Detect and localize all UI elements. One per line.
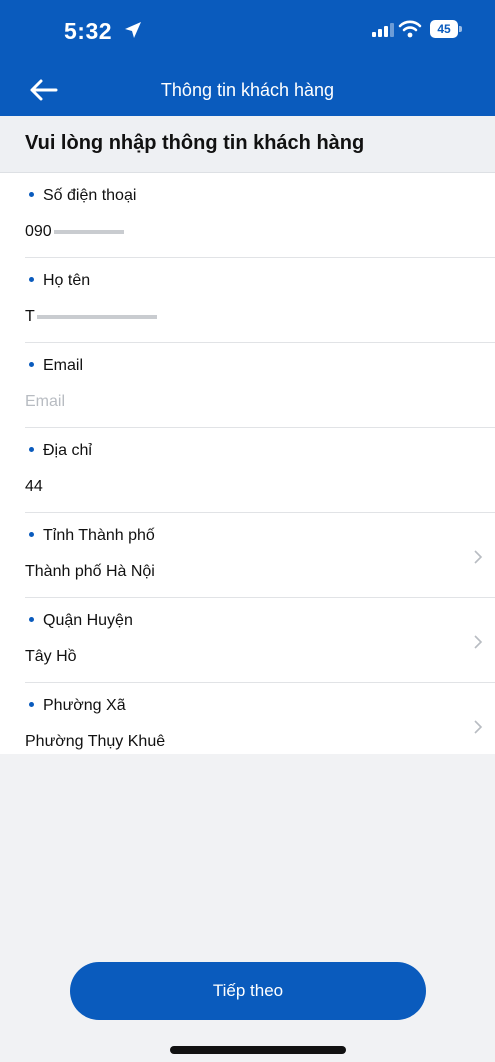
fullname-field[interactable]: Họ tên T <box>25 258 495 343</box>
page-title: Thông tin khách hàng <box>160 80 335 100</box>
email-field-label: Email <box>25 357 83 375</box>
location-arrow-icon <box>125 22 141 38</box>
fullname-field-label: Họ tên <box>25 272 90 290</box>
wifi-icon <box>398 20 422 38</box>
address-field[interactable]: Địa chỉ 44 <box>25 428 495 513</box>
section-title: Vui lòng nhập thông tin khách hàng <box>25 132 365 154</box>
ward-field-label: Phường Xã <box>25 697 126 715</box>
district-field[interactable]: Quận Huyện Tây Hồ <box>25 598 495 683</box>
battery-level: 45 <box>430 20 458 38</box>
phone-field[interactable]: Số điện thoại 090 <box>25 173 495 258</box>
district-select[interactable]: Tây Hồ <box>25 648 445 670</box>
district-field-label: Quận Huyện <box>25 612 133 630</box>
province-select[interactable]: Thành phố Hà Nội <box>25 563 445 585</box>
section-header: Vui lòng nhập thông tin khách hàng <box>0 116 495 173</box>
email-field[interactable]: Email Email <box>25 343 495 428</box>
ward-select[interactable]: Phường Thụy Khuê <box>25 733 445 755</box>
phone-field-value[interactable]: 090 <box>25 223 445 245</box>
signal-icon <box>372 23 394 37</box>
battery-icon: 45 <box>430 20 462 38</box>
fullname-field-value[interactable]: T <box>25 308 445 330</box>
home-indicator <box>170 1046 346 1054</box>
app-header: 5:32 45 Thông tin khách hàng <box>0 0 495 116</box>
province-field[interactable]: Tỉnh Thành phố Thành phố Hà Nội <box>25 513 495 598</box>
address-input[interactable]: 44 <box>25 478 445 500</box>
address-field-label: Địa chỉ <box>25 442 92 460</box>
province-field-label: Tỉnh Thành phố <box>25 527 155 545</box>
chevron-right-icon[interactable] <box>473 634 483 650</box>
email-input[interactable]: Email <box>25 393 445 415</box>
customer-form: Số điện thoại 090 Họ tên T Email Email Đ… <box>0 173 495 767</box>
phone-field-label: Số điện thoại <box>25 187 136 205</box>
status-bar: 5:32 45 <box>0 0 495 62</box>
bottom-area: Tiếp theo <box>0 754 495 1062</box>
status-time: 5:32 <box>64 18 113 44</box>
chevron-right-icon[interactable] <box>473 719 483 735</box>
chevron-right-icon[interactable] <box>473 549 483 565</box>
next-button[interactable]: Tiếp theo <box>70 962 426 1020</box>
